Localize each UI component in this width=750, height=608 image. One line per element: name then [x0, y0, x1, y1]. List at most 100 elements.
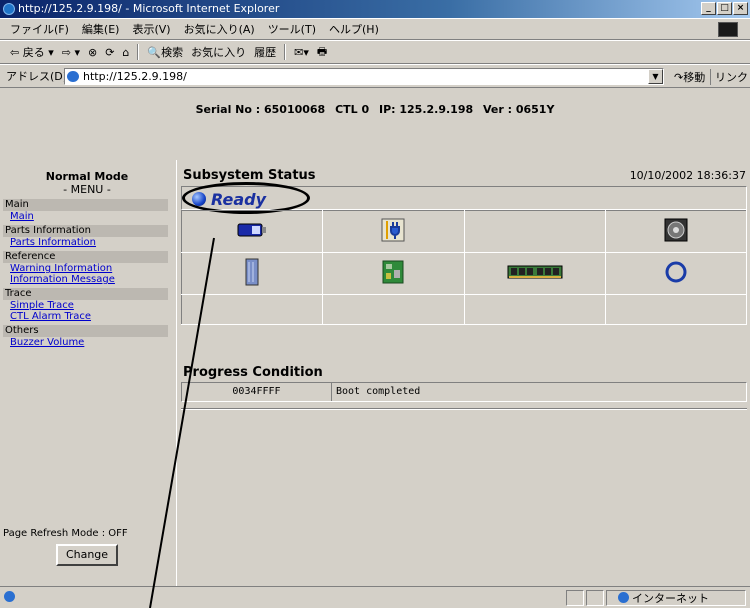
menu-link-simple-trace[interactable]: Simple Trace: [3, 300, 168, 311]
progress-message: Boot completed: [336, 386, 421, 397]
favorites-button[interactable]: お気に入り: [191, 44, 246, 60]
ip-address: IP: 125.2.9.198: [378, 103, 474, 116]
home-button[interactable]: ⌂: [122, 46, 129, 59]
back-button[interactable]: ⇦ 戻る ▾: [10, 44, 54, 60]
page-icon: [67, 71, 79, 82]
forward-button[interactable]: ⇨ ▾: [62, 46, 80, 59]
divider: [181, 408, 747, 410]
mode-title: Normal Mode: [45, 170, 129, 183]
print-button[interactable]: 🖶: [317, 43, 327, 62]
grid-cell: [463, 252, 606, 295]
window-title-bar: http://125.2.9.198/ - Microsoft Internet…: [0, 0, 750, 18]
group-header: Others: [3, 325, 168, 337]
firmware-version: Ver : 0651Y: [482, 103, 555, 116]
grid-cell: [463, 294, 606, 325]
refresh-button[interactable]: ⟳: [105, 46, 114, 59]
address-input[interactable]: http://125.2.9.198/ ▼: [64, 68, 664, 85]
component-grid: [180, 210, 748, 325]
progress-condition-title: Progress Condition: [183, 365, 323, 380]
go-button[interactable]: ↷移動: [674, 69, 705, 85]
menu-file[interactable]: ファイル(F): [10, 21, 69, 37]
grid-cell: [322, 210, 465, 253]
menu-link-information-message[interactable]: Information Message: [3, 274, 168, 285]
menu-tools[interactable]: ツール(T): [268, 21, 316, 37]
fan-icon[interactable]: [664, 218, 688, 242]
menu-link-buzzer-volume[interactable]: Buzzer Volume: [3, 337, 168, 348]
address-value: http://125.2.9.198/: [83, 70, 187, 83]
browser-status-bar: インターネット: [0, 586, 750, 608]
controller-board-icon[interactable]: [382, 260, 404, 284]
go-label: 移動: [683, 71, 706, 84]
toolbar-separator: [137, 44, 140, 60]
serial-info: Serial No : 65010068 CTL 0 IP: 125.2.9.1…: [0, 88, 750, 158]
page-status-icon: [4, 591, 18, 604]
globe-icon: [4, 591, 15, 602]
address-label: アドレス(D): [6, 70, 68, 83]
menu-group-reference: Reference Warning Information Informatio…: [3, 251, 168, 285]
window-controls: _ □ ×: [701, 2, 748, 15]
menu-title: - MENU -: [63, 183, 111, 196]
grid-cell: [322, 294, 465, 325]
group-header: Trace: [3, 288, 168, 300]
page-content: Serial No : 65010068 CTL 0 IP: 125.2.9.1…: [0, 88, 750, 586]
close-button[interactable]: ×: [733, 2, 748, 15]
menu-group-parts: Parts Information Parts Information: [3, 225, 168, 248]
grid-cell: [180, 252, 324, 295]
menu-link-parts-information[interactable]: Parts Information: [3, 237, 168, 248]
power-supply-icon[interactable]: [381, 218, 405, 242]
grid-cell: [604, 252, 748, 295]
links-button[interactable]: リンク: [710, 69, 748, 85]
progress-code: 0034FFFF: [182, 383, 332, 401]
windows-flag-icon: [718, 22, 738, 37]
subsystem-status-title: Subsystem Status: [183, 168, 316, 183]
standard-toolbar: ⇦ 戻る ▾ ⇨ ▾ ⊗ ⟳ ⌂ 🔍検索 お気に入り 履歴 ✉▾ 🖶: [0, 40, 750, 64]
minimize-button[interactable]: _: [701, 2, 716, 15]
page-refresh-mode: Page Refresh Mode : OFF: [3, 528, 128, 539]
grid-cell: [180, 294, 324, 325]
history-button[interactable]: 履歴: [254, 44, 276, 60]
grid-cell: [322, 252, 465, 295]
menu-link-ctl-alarm-trace[interactable]: CTL Alarm Trace: [3, 311, 168, 322]
group-header: Parts Information: [3, 225, 168, 237]
ctl-number: CTL 0: [335, 103, 370, 116]
menu-bar: ファイル(F) 編集(E) 表示(V) お気に入り(A) ツール(T) ヘルプ(…: [0, 18, 750, 40]
stop-button[interactable]: ⊗: [88, 46, 97, 59]
status-cell: [586, 590, 604, 606]
window-title: http://125.2.9.198/ - Microsoft Internet…: [18, 2, 280, 15]
status-datetime: 10/10/2002 18:36:37: [629, 169, 746, 182]
menu-link-main[interactable]: Main: [3, 211, 168, 222]
menu-group-others: Others Buzzer Volume: [3, 325, 168, 348]
menu-view[interactable]: 表示(V): [132, 21, 170, 37]
status-box: Ready: [181, 182, 747, 214]
search-button[interactable]: 🔍検索: [147, 44, 183, 60]
group-header: Main: [3, 199, 168, 211]
toolbar-separator: [284, 44, 287, 60]
menu-favorites[interactable]: お気に入り(A): [184, 21, 255, 37]
grid-cell: [180, 210, 324, 253]
disk-drive-icon[interactable]: [245, 258, 259, 286]
status-cell: [566, 590, 584, 606]
internet-zone-icon: [618, 592, 629, 603]
grid-cell: [463, 210, 606, 253]
security-zone: インターネット: [618, 590, 709, 606]
grid-cell: [604, 294, 748, 325]
menu-edit[interactable]: 編集(E): [82, 21, 120, 37]
change-button[interactable]: Change: [56, 544, 118, 566]
menu-help[interactable]: ヘルプ(H): [329, 21, 379, 37]
ie-logo-icon: [3, 3, 15, 15]
group-header: Reference: [3, 251, 168, 263]
grid-cell: [604, 210, 748, 253]
battery-icon[interactable]: [237, 223, 267, 237]
menu-group-main: Main Main: [3, 199, 168, 222]
address-dropdown-button[interactable]: ▼: [648, 69, 663, 84]
mail-button[interactable]: ✉▾: [294, 46, 309, 59]
cache-memory-icon[interactable]: [507, 264, 563, 280]
menu-link-warning-information[interactable]: Warning Information: [3, 263, 168, 274]
main-panel: Subsystem Status 10/10/2002 18:36:37 Rea…: [176, 160, 750, 586]
loop-ring-icon[interactable]: [664, 260, 688, 284]
left-menu-panel: Normal Mode - MENU - Main Main Parts Inf…: [0, 160, 174, 586]
serial-number: Serial No : 65010068: [195, 103, 326, 116]
maximize-button[interactable]: □: [717, 2, 732, 15]
zone-label: インターネット: [632, 592, 709, 605]
progress-row: 0034FFFF Boot completed: [181, 382, 747, 402]
